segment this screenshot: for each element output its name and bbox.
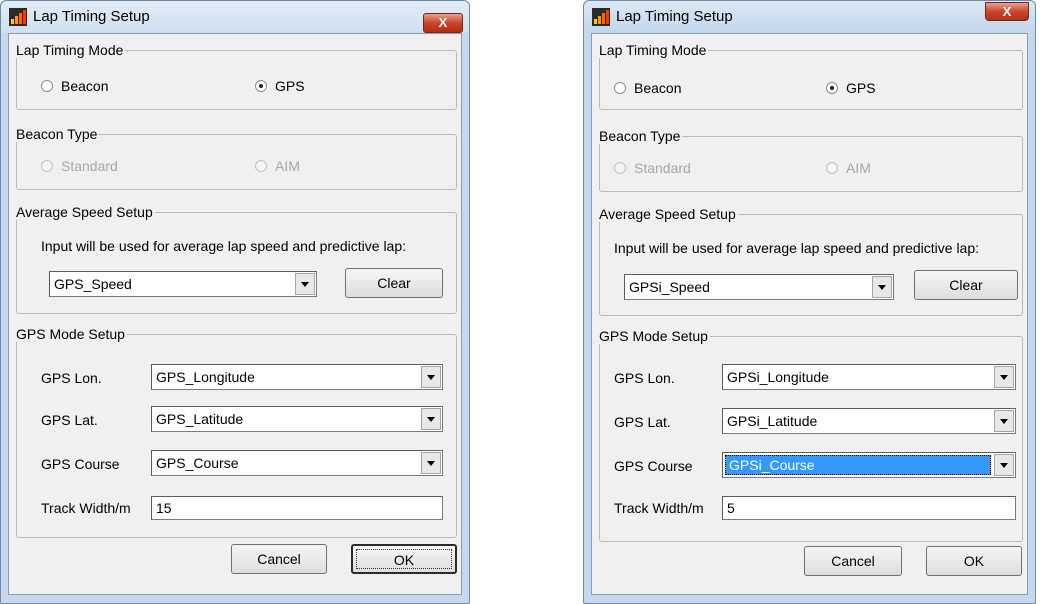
gps-lon-label: GPS Lon. — [41, 370, 102, 386]
cancel-button[interactable]: Cancel — [804, 546, 902, 576]
track-width-input[interactable]: 5 — [722, 496, 1016, 520]
gps-lon-select[interactable]: GPS_Longitude — [151, 364, 443, 390]
radio-beacon[interactable]: Beacon — [614, 80, 681, 96]
select-value: GPSi_Latitude — [727, 413, 818, 429]
chevron-down-icon[interactable] — [994, 366, 1014, 388]
close-icon: X — [1002, 4, 1012, 19]
group-legend: GPS Mode Setup — [16, 326, 125, 342]
group-legend: Beacon Type — [599, 128, 681, 144]
title-bar[interactable]: Lap Timing Setup X — [584, 1, 1035, 33]
group-legend: Average Speed Setup — [16, 204, 153, 220]
group-legend: GPS Mode Setup — [599, 328, 708, 344]
gps-lon-select[interactable]: GPSi_Longitude — [722, 364, 1016, 390]
lap-timing-mode-group: Lap Timing Mode — [599, 42, 1023, 110]
select-value: GPSi_Course — [725, 455, 991, 475]
dialog-client: Lap Timing Mode Beacon GPS Beacon Type S… — [8, 33, 462, 595]
radio-label: GPS — [846, 80, 876, 96]
lap-timing-mode-group: Lap Timing Mode — [16, 42, 457, 110]
select-value: GPS_Speed — [54, 276, 132, 292]
group-legend: Beacon Type — [16, 126, 98, 142]
radio-label: Standard — [61, 158, 118, 174]
gps-course-select[interactable]: GPS_Course — [151, 450, 443, 476]
select-value: GPSi_Longitude — [727, 369, 829, 385]
gps-lat-label: GPS Lat. — [41, 412, 98, 428]
radio-standard[interactable]: Standard — [614, 160, 691, 176]
window-title: Lap Timing Setup — [616, 8, 733, 25]
chevron-down-icon[interactable] — [872, 276, 892, 298]
radio-gps[interactable]: GPS — [826, 80, 876, 96]
radio-label: AIM — [846, 160, 871, 176]
radio-standard[interactable]: Standard — [41, 158, 118, 174]
group-legend: Lap Timing Mode — [599, 42, 707, 58]
radio-circle — [41, 160, 53, 172]
window-title: Lap Timing Setup — [33, 8, 150, 25]
input-value: 5 — [727, 500, 735, 516]
gps-lon-label: GPS Lon. — [614, 370, 675, 386]
radio-gps[interactable]: GPS — [255, 78, 305, 94]
select-value: GPS_Longitude — [156, 369, 255, 385]
ok-button[interactable]: OK — [926, 546, 1022, 576]
clear-button[interactable]: Clear — [345, 268, 443, 298]
lap-timing-dialog-left: Lap Timing Setup X Lap Timing Mode Beaco… — [0, 0, 470, 604]
clear-button[interactable]: Clear — [914, 270, 1018, 300]
track-width-label: Track Width/m — [614, 500, 704, 516]
bar-chart-icon — [9, 8, 27, 26]
gps-lat-select[interactable]: GPS_Latitude — [151, 406, 443, 432]
radio-circle — [614, 82, 626, 94]
chevron-down-icon[interactable] — [421, 452, 441, 474]
radio-circle — [826, 82, 838, 94]
average-speed-description: Input will be used for average lap speed… — [614, 240, 980, 256]
close-button[interactable]: X — [985, 2, 1029, 21]
chevron-down-icon[interactable] — [994, 454, 1014, 476]
gps-course-label: GPS Course — [41, 456, 120, 472]
chevron-down-icon[interactable] — [994, 410, 1014, 432]
gps-course-label: GPS Course — [614, 458, 693, 474]
focus-rect — [356, 549, 452, 569]
radio-circle — [826, 162, 838, 174]
radio-aim[interactable]: AIM — [255, 158, 300, 174]
radio-circle — [614, 162, 626, 174]
bar-chart-icon — [592, 8, 610, 26]
radio-circle — [255, 80, 267, 92]
close-icon: X — [438, 15, 448, 30]
dialog-client: Lap Timing Mode Beacon GPS Beacon Type S… — [591, 33, 1028, 595]
close-button[interactable]: X — [423, 13, 463, 33]
chevron-down-icon[interactable] — [421, 366, 441, 388]
select-value: GPS_Course — [156, 455, 239, 471]
title-bar[interactable]: Lap Timing Setup X — [1, 1, 469, 33]
lap-timing-dialog-right: Lap Timing Setup X Lap Timing Mode Beaco… — [583, 0, 1036, 604]
group-legend: Lap Timing Mode — [16, 42, 124, 58]
radio-label: GPS — [275, 78, 305, 94]
radio-aim[interactable]: AIM — [826, 160, 871, 176]
average-speed-select[interactable]: GPSi_Speed — [624, 274, 894, 300]
radio-beacon[interactable]: Beacon — [41, 78, 108, 94]
track-width-label: Track Width/m — [41, 500, 131, 516]
average-speed-select[interactable]: GPS_Speed — [49, 271, 317, 297]
select-value: GPSi_Speed — [629, 279, 710, 295]
track-width-input[interactable]: 15 — [151, 496, 443, 520]
radio-circle — [41, 80, 53, 92]
radio-label: Beacon — [61, 78, 109, 94]
group-legend: Average Speed Setup — [599, 206, 736, 222]
radio-circle — [255, 160, 267, 172]
input-value: 15 — [156, 500, 172, 516]
radio-label: AIM — [275, 158, 300, 174]
chevron-down-icon[interactable] — [421, 408, 441, 430]
average-speed-description: Input will be used for average lap speed… — [41, 238, 407, 254]
gps-lat-label: GPS Lat. — [614, 414, 671, 430]
gps-course-select[interactable]: GPSi_Course — [722, 452, 1016, 478]
cancel-button[interactable]: Cancel — [231, 544, 327, 574]
chevron-down-icon[interactable] — [295, 273, 315, 295]
ok-button[interactable]: OK — [351, 544, 457, 574]
radio-label: Standard — [634, 160, 691, 176]
select-value: GPS_Latitude — [156, 411, 244, 427]
gps-lat-select[interactable]: GPSi_Latitude — [722, 408, 1016, 434]
radio-label: Beacon — [634, 80, 682, 96]
